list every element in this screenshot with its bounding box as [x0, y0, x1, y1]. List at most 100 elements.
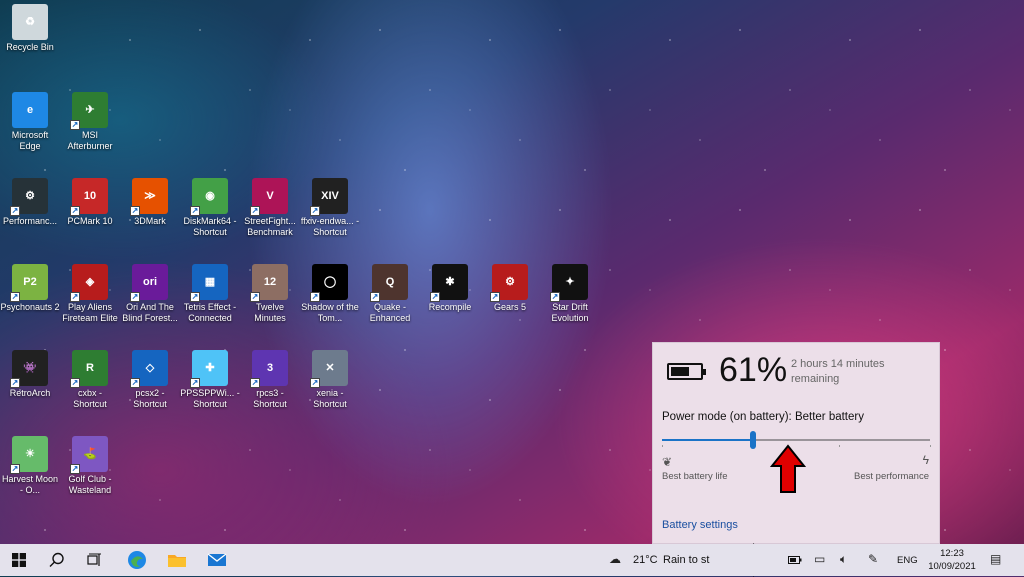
ori-icon: ori ↗	[130, 264, 168, 302]
recompile-icon: ✱ ↗	[430, 264, 468, 302]
diskmark-icon: ◉ ↗	[190, 178, 228, 216]
psychonauts-icon: P2 ↗	[10, 264, 48, 302]
desktop-icon[interactable]: Q ↗ Quake - Enhanced	[360, 264, 420, 324]
gears5-icon: ⚙ ↗	[490, 264, 528, 302]
desktop-icon-label: MSI Afterburner	[67, 130, 113, 151]
weather-description: Rain to st	[663, 554, 710, 566]
aliens-icon: ◈ ↗	[70, 264, 108, 302]
battery-icon	[667, 363, 706, 380]
harvest-moon-icon: ☀ ↗	[10, 436, 48, 474]
desktop-icon[interactable]: ⛳ ↗ Golf Club - Wasteland	[60, 436, 120, 496]
pcmark-icon: 10 ↗	[70, 178, 108, 216]
shortcut-arrow-icon: ↗	[130, 206, 140, 216]
ppsspp-icon: ✚ ↗	[190, 350, 228, 388]
desktop-icon[interactable]: P2 ↗ Psychonauts 2	[0, 264, 60, 313]
desktop-icon-label: Recycle Bin	[6, 42, 54, 52]
slider-thumb[interactable]	[750, 431, 757, 449]
desktop-icon[interactable]: 👾 ↗ RetroArch	[0, 350, 60, 399]
desktop-icon[interactable]: ori ↗ Ori And The Blind Forest...	[120, 264, 180, 324]
desktop-icon[interactable]: ◈ ↗ Play Aliens Fireteam Elite	[60, 264, 120, 324]
clock-time: 12:23	[940, 548, 964, 559]
edge-taskbar-button[interactable]	[118, 544, 156, 576]
shortcut-arrow-icon: ↗	[190, 378, 200, 388]
desktop-icon-label: Tetris Effect - Connected	[183, 302, 237, 323]
desktop-icon[interactable]: ✈ ↗ MSI Afterburner	[60, 92, 120, 152]
rpcs3-icon: 3 ↗	[250, 350, 288, 388]
desktop-icon-label: Psychonauts 2	[0, 302, 60, 312]
desktop-icon[interactable]: XIV ↗ ffxiv-endwa... - Shortcut	[300, 178, 360, 238]
edge-icon: e	[12, 92, 48, 128]
desktop-icon[interactable]: ✚ ↗ PPSSPPWi... - Shortcut	[180, 350, 240, 410]
shortcut-arrow-icon: ↗	[190, 206, 200, 216]
desktop-icon[interactable]: ▦ ↗ Tetris Effect - Connected	[180, 264, 240, 324]
shortcut-arrow-icon: ↗	[130, 378, 140, 388]
edge-icon	[128, 551, 146, 569]
pcsx2-icon: ◇ ↗	[130, 350, 168, 388]
quake-icon: Q ↗	[370, 264, 408, 302]
desktop-icon[interactable]: ♻ Recycle Bin	[0, 4, 60, 53]
power-mode-slider[interactable]	[662, 431, 931, 449]
shortcut-arrow-icon: ↗	[70, 206, 80, 216]
search-button[interactable]	[38, 544, 76, 576]
desktop-icon[interactable]: ◉ ↗ DiskMark64 - Shortcut	[180, 178, 240, 238]
desktop-icon-label: Star Drift Evolution	[551, 302, 589, 323]
clock[interactable]: 12:23 10/09/2021	[924, 547, 980, 573]
ffxiv-icon: XIV ↗	[310, 178, 348, 216]
shortcut-arrow-icon: ↗	[70, 464, 80, 474]
recycle-bin-icon: ♻	[12, 4, 48, 40]
desktop-icon-label: PCMark 10	[67, 216, 113, 226]
file-explorer-button[interactable]	[158, 544, 196, 576]
desktop-icon[interactable]: ⚙ ↗ Performanc...	[0, 178, 60, 227]
retroarch-icon: 👾 ↗	[10, 350, 48, 388]
desktop-icon[interactable]: 10 ↗ PCMark 10	[60, 178, 120, 227]
desktop-icon-label: Shadow of the Tom...	[301, 302, 359, 323]
language-indicator[interactable]: ENG	[897, 555, 918, 566]
desktop-icon[interactable]: R ↗ cxbx - Shortcut	[60, 350, 120, 410]
cxbx-icon: R ↗	[70, 350, 108, 388]
desktop-icon-label: Gears 5	[493, 302, 526, 312]
start-button[interactable]	[0, 544, 38, 576]
star-drift-icon: ✦ ↗	[550, 264, 588, 302]
performance-icon: ⚙ ↗	[10, 178, 48, 216]
mail-button[interactable]	[198, 544, 236, 576]
desktop-icon[interactable]: ✕ ↗ xenia - Shortcut	[300, 350, 360, 410]
desktop-icon-label: RetroArch	[9, 388, 51, 398]
desktop-icon[interactable]: ◇ ↗ pcsx2 - Shortcut	[120, 350, 180, 410]
desktop-icon-label: DiskMark64 - Shortcut	[183, 216, 237, 237]
volume-icon[interactable]: 🔈︎	[840, 552, 847, 567]
desktop-icon[interactable]: e Microsoft Edge	[0, 92, 60, 152]
notification-icon[interactable]: ▤	[990, 552, 1001, 566]
desktop-icon[interactable]: V ↗ StreetFight... Benchmark	[240, 178, 300, 238]
windows-icon	[12, 553, 26, 567]
desktop-icon[interactable]: ≫ ↗ 3DMark	[120, 178, 180, 227]
shortcut-arrow-icon: ↗	[550, 292, 560, 302]
desktop-icon-label: cxbx - Shortcut	[73, 388, 107, 409]
battery-tray-icon[interactable]	[788, 556, 802, 564]
desktop-icon-label: PPSSPPWi... - Shortcut	[180, 388, 240, 409]
desktop-icon[interactable]: ◯ ↗ Shadow of the Tom...	[300, 264, 360, 324]
shortcut-arrow-icon: ↗	[430, 292, 440, 302]
desktop-icon-label: ffxiv-endwa... - Shortcut	[300, 216, 360, 237]
3dmark-icon: ≫ ↗	[130, 178, 168, 216]
desktop-icon[interactable]: ✦ ↗ Star Drift Evolution	[540, 264, 600, 324]
best-battery-label: Best battery life	[662, 471, 728, 482]
desktop-icon-label: 3DMark	[134, 216, 166, 226]
desktop-icon-label: Twelve Minutes	[254, 302, 286, 323]
power-mode-label: Power mode (on battery): Better battery	[662, 411, 864, 423]
desktop-icon[interactable]: ✱ ↗ Recompile	[420, 264, 480, 313]
desktop-icon[interactable]: ☀ ↗ Harvest Moon - O...	[0, 436, 60, 496]
desktop-icon[interactable]: ⚙ ↗ Gears 5	[480, 264, 540, 313]
best-performance-label: Best performance	[854, 471, 929, 482]
shortcut-arrow-icon: ↗	[70, 378, 80, 388]
desktop-icon-label: Performanc...	[2, 216, 58, 226]
battery-settings-link[interactable]: Battery settings	[662, 519, 738, 531]
shortcut-arrow-icon: ↗	[250, 378, 260, 388]
weather-temperature: 21°C	[633, 554, 658, 566]
task-view-button[interactable]	[76, 544, 114, 576]
slider-fill	[662, 439, 754, 441]
desktop-icon[interactable]: 3 ↗ rpcs3 - Shortcut	[240, 350, 300, 410]
pen-icon[interactable]: ✎	[868, 552, 878, 566]
network-icon[interactable]: ▭	[814, 552, 825, 566]
shortcut-arrow-icon: ↗	[70, 120, 80, 130]
desktop-icon[interactable]: 12 ↗ Twelve Minutes	[240, 264, 300, 324]
